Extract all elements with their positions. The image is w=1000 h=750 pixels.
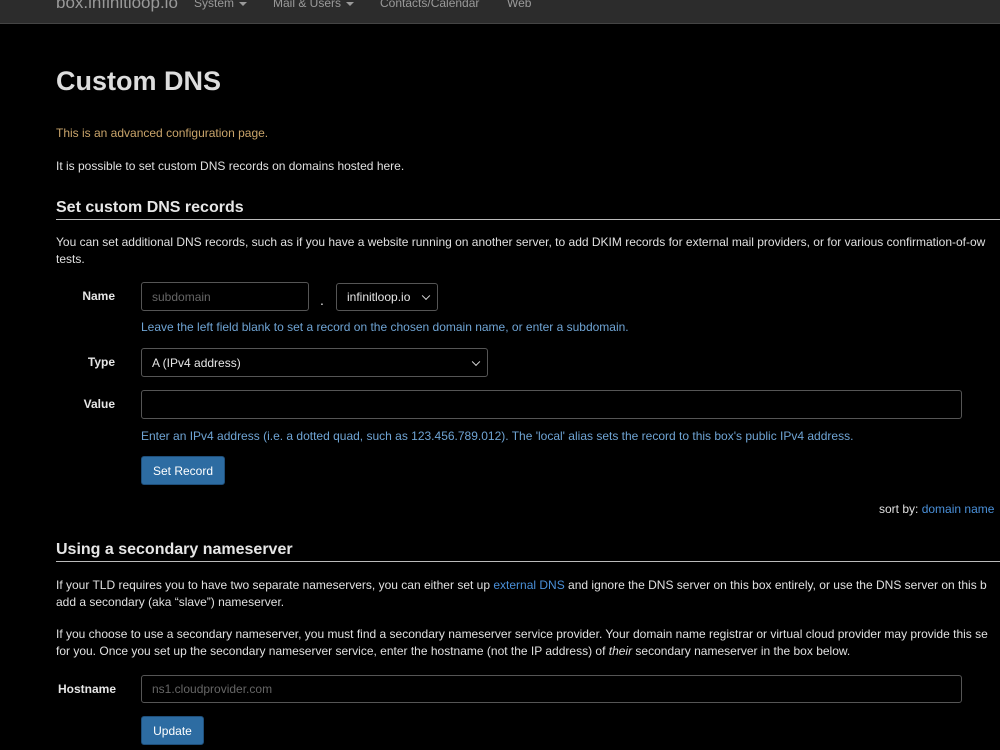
hostname-label: Hostname [57,682,116,696]
value-help-text: Enter an IPv4 address (i.e. a dotted qua… [141,429,854,443]
sort-by-domain-link[interactable]: domain name [922,502,995,516]
p2-text-after: secondary nameserver in the box below. [632,644,851,658]
value-label: Value [83,397,115,411]
record-type-value: A (IPv4 address) [152,355,241,370]
domain-select-value: infinitloop.io [347,290,411,304]
secondary-ns-p2-line2: for you. Once you set up the secondary n… [56,643,850,660]
section-heading-custom-records: Set custom DNS records [56,199,1000,220]
sort-by-label: sort by: [879,502,919,516]
p2-text-before: for you. Once you set up the secondary n… [56,644,609,658]
secondary-ns-p1-line2: add a secondary (aka “slave”) nameserver… [56,595,285,609]
intro-text: It is possible to set custom DNS records… [56,159,405,173]
external-dns-link[interactable]: external DNS [493,578,564,592]
caret-down-icon [346,1,355,6]
nav-mail-users-label: Mail & Users [273,0,342,10]
update-button[interactable]: Update [141,716,204,745]
nav-system-label: System [194,0,235,10]
page-title: Custom DNS [56,66,222,96]
name-help-text: Leave the left field blank to set a reco… [141,320,629,334]
chevron-down-icon [421,291,431,301]
p1-text-after: and ignore the DNS server on this box en… [564,578,987,592]
sort-by-control: sort by: domain name [879,501,994,518]
p2-text-em: their [608,644,633,658]
nav-contacts-calendar[interactable]: Contacts/Calendar [380,0,479,10]
domain-select[interactable]: infinitloop.io [336,283,438,311]
subdomain-input[interactable] [141,282,309,311]
nav-system[interactable]: System [194,0,248,10]
nav-mail-users[interactable]: Mail & Users [273,0,355,10]
nav-web[interactable]: Web [507,0,531,10]
custom-records-desc-line1: You can set additional DNS records, such… [56,235,986,249]
domain-separator-dot: . [320,292,324,308]
set-record-button[interactable]: Set Record [141,456,225,485]
record-value-input[interactable] [141,390,962,419]
name-label: Name [82,289,115,303]
section-heading-secondary-ns: Using a secondary nameserver [56,541,1000,562]
secondary-ns-p2-line1: If you choose to use a secondary nameser… [56,627,988,641]
advanced-warning: This is an advanced configuration page. [56,126,269,140]
brand-link[interactable]: box.infinitloop.io [56,0,178,13]
custom-records-desc-line2: tests. [56,252,85,266]
hostname-input[interactable] [141,675,962,703]
caret-down-icon [239,1,248,6]
type-label: Type [87,355,115,369]
secondary-ns-p1-line1: If your TLD requires you to have two sep… [56,577,987,594]
top-navbar: box.infinitloop.io System Mail & Users C… [0,0,1000,24]
record-type-select[interactable]: A (IPv4 address) [141,348,488,377]
chevron-down-icon [471,357,481,366]
p1-text-before: If your TLD requires you to have two sep… [56,578,494,592]
